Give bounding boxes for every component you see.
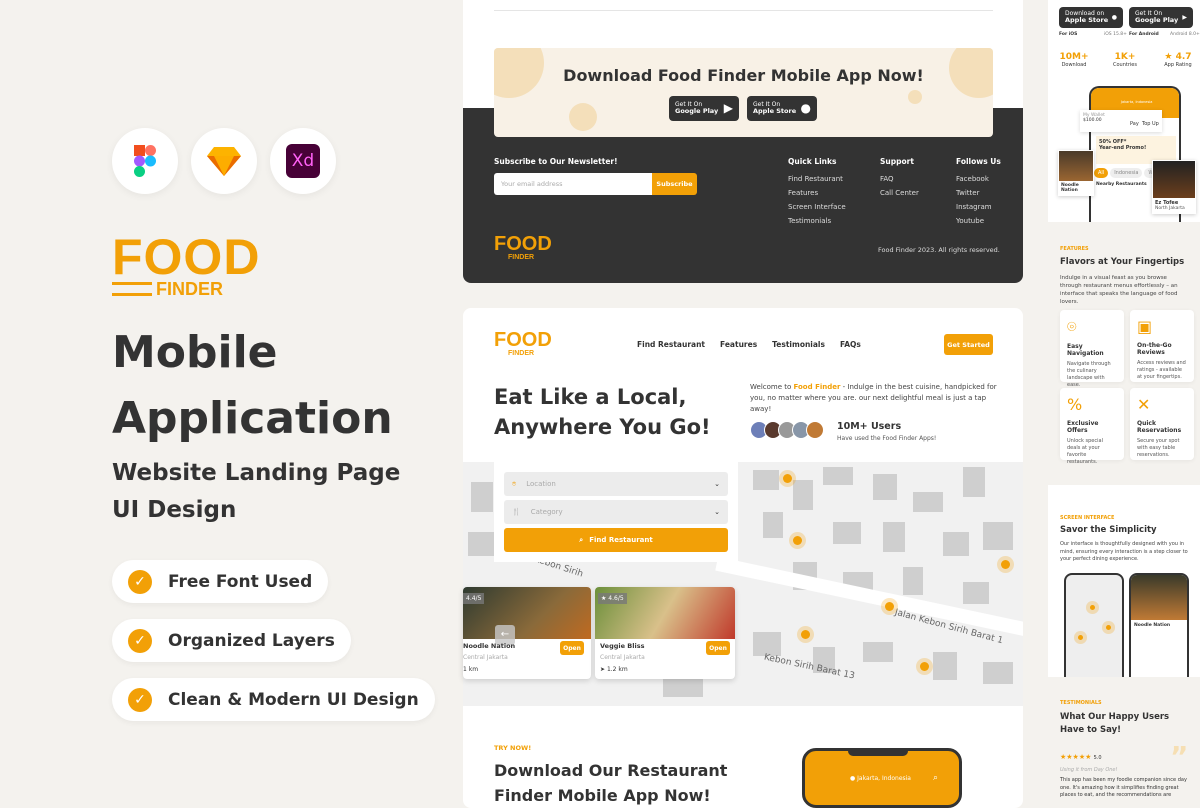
figma-icon xyxy=(112,128,178,194)
feature-card: % Exclusive Offers Unlock special deals at… xyxy=(1060,388,1124,465)
feature-card: ⌾ Easy Navigation Navigate through the cul… xyxy=(1060,310,1124,388)
sketch-icon xyxy=(191,128,257,194)
footer-link[interactable]: Screen Interface xyxy=(788,203,846,211)
top-nav: Find Restaurant Features Testimonials FAQs xyxy=(637,340,861,349)
restaurant-card[interactable]: ★ 4.6/5 Veggie Bliss Central Jakarta ➤ 1… xyxy=(595,587,735,679)
quote-icon: ” xyxy=(1170,740,1189,773)
utensils-icon: ✕ xyxy=(1137,395,1151,414)
feature-card: ▣ On-the-Go Reviews Access reviews and rat… xyxy=(1130,310,1194,382)
apple-icon: ● xyxy=(1111,13,1117,21)
footer-preview: Download Food Finder Mobile App Now! Get… xyxy=(463,0,1023,283)
percent-icon: % xyxy=(1067,395,1083,414)
phone-mockup: ● Jakarta, Indonesia ⌕ xyxy=(802,748,962,808)
search-icon: ⌕ xyxy=(579,535,584,544)
feature-pill: ✓ Free Font Used xyxy=(112,560,329,603)
footer-link[interactable]: Youtube xyxy=(956,217,1001,225)
apple-store-button[interactable]: Download on Apple Store ● xyxy=(1059,7,1123,28)
find-restaurant-button[interactable]: ⌕ Find Restaurant xyxy=(504,528,728,552)
nav-find-restaurant[interactable]: Find Restaurant xyxy=(637,340,705,349)
map-pin[interactable] xyxy=(783,474,792,483)
landing-headline: Eat Like a Local, Anywhere You Go! xyxy=(494,385,711,439)
top-up-button[interactable]: Top Up xyxy=(1142,121,1159,127)
get-started-button[interactable]: Get Started xyxy=(944,334,993,355)
download-banner: Download Food Finder Mobile App Now! Get… xyxy=(494,48,993,137)
open-badge: Open xyxy=(560,641,584,655)
chevron-down-icon: ⌄ xyxy=(714,508,720,516)
footer-link[interactable]: Call Center xyxy=(880,189,919,197)
map-pin[interactable] xyxy=(885,602,894,611)
restaurant-card: Noodle Nation xyxy=(1058,150,1094,196)
tab-all[interactable]: All xyxy=(1094,168,1109,178)
category-select[interactable]: 🍴 Category ⌄ xyxy=(504,500,728,524)
play-icon: ▶ xyxy=(1182,13,1187,21)
footer-link[interactable]: Find Restaurant xyxy=(788,175,846,183)
check-icon: ✓ xyxy=(128,569,152,594)
star-icon: ★ xyxy=(1164,52,1176,62)
footer-link[interactable]: FAQ xyxy=(880,175,919,183)
feature-pill: ✓ Clean & Modern UI Design xyxy=(112,678,435,721)
navigation-icon: ➤ xyxy=(600,666,607,673)
footer-link[interactable]: Twitter xyxy=(956,189,1001,197)
map-screen-mockup xyxy=(1064,573,1124,677)
hero-subtitle: Website Landing Page UI Design xyxy=(112,460,401,523)
apple-icon: ● xyxy=(800,101,811,116)
welcome-text: Welcome to Food Finder - Indulge in the … xyxy=(750,383,997,413)
feature-card: ✕ Quick Reservations Secure your spot with… xyxy=(1130,388,1194,460)
footer-link[interactable]: Facebook xyxy=(956,175,1001,183)
map-pin[interactable] xyxy=(1001,560,1010,569)
google-play-button[interactable]: Get It On Google Play ▶ xyxy=(669,96,739,121)
location-pin-icon: ⌾ xyxy=(1067,317,1077,336)
pay-button[interactable]: Pay xyxy=(1130,121,1139,127)
review-chat-icon: ▣ xyxy=(1137,317,1153,336)
map-pin[interactable] xyxy=(920,662,929,671)
nav-logo: FOOD FINDER xyxy=(494,329,552,357)
map-pin[interactable] xyxy=(801,630,810,639)
support-links: Support FAQ Call Center xyxy=(880,157,919,197)
avatar xyxy=(806,421,824,439)
nav-testimonials[interactable]: Testimonials xyxy=(772,340,825,349)
footer-link[interactable]: Testimonials xyxy=(788,217,846,225)
google-play-button[interactable]: Get It On Google Play ▶ xyxy=(1129,7,1193,28)
landing-preview: FOOD FINDER Find Restaurant Features Testim… xyxy=(463,308,1023,808)
quick-links: Quick Links Find Restaurant Features Screen… xyxy=(788,157,846,225)
location-select[interactable]: ⌾ Location ⌄ xyxy=(504,472,728,496)
brand-logo: FOOD FINDER xyxy=(112,229,261,299)
check-icon: ✓ xyxy=(128,628,152,653)
hero-title: Mobile Application xyxy=(112,327,393,444)
utensils-icon: 🍴 xyxy=(512,508,521,516)
check-icon: ✓ xyxy=(128,687,152,712)
adobe-xd-icon: Xd xyxy=(270,128,336,194)
chevron-down-icon: ⌄ xyxy=(714,480,720,488)
footer-logo: FOOD FINDER xyxy=(494,233,552,261)
map-pin[interactable] xyxy=(793,536,802,545)
footer-link[interactable]: Instagram xyxy=(956,203,1001,211)
nav-features[interactable]: Features xyxy=(720,340,757,349)
try-title: Download Our Restaurant Finder Mobile App… xyxy=(494,761,728,805)
social-links: Follows Us Facebook Twitter Instagram Youtub… xyxy=(956,157,1001,225)
apple-store-button[interactable]: Get It On Apple Store ● xyxy=(747,96,817,121)
email-input[interactable]: Your email address xyxy=(494,173,652,195)
restaurant-card[interactable]: 4.4/5 ← Noodle Nation Central Jakarta 1 … xyxy=(463,587,591,679)
open-badge: Open xyxy=(706,641,730,655)
screen-interface-panel: SCREEN INTERFACE Savor the Simplicity Ou… xyxy=(1048,485,1200,677)
nav-faqs[interactable]: FAQs xyxy=(840,340,861,349)
download-panel: Download on Apple Store ● Get It On Google … xyxy=(1048,0,1200,222)
footer-link[interactable]: Features xyxy=(788,189,846,197)
wallet-card: My Wallet $100.00 Pay Top Up xyxy=(1080,110,1162,132)
user-avatars xyxy=(750,421,824,439)
play-icon: ▶ xyxy=(723,101,733,116)
subscribe-button[interactable]: Subscribe xyxy=(652,173,697,195)
search-icon: ⌕ xyxy=(933,773,939,783)
location-pin-icon: ⌾ xyxy=(512,479,517,488)
detail-screen-mockup: Noodle Nation xyxy=(1129,573,1189,677)
rating-stars: ★★★★★ xyxy=(1060,753,1092,761)
restaurant-card: Ez Tofee North Jakarta xyxy=(1152,160,1196,214)
feature-pill: ✓ Organized Layers xyxy=(112,619,351,662)
tab-indonesia[interactable]: Indonesia xyxy=(1110,168,1143,178)
